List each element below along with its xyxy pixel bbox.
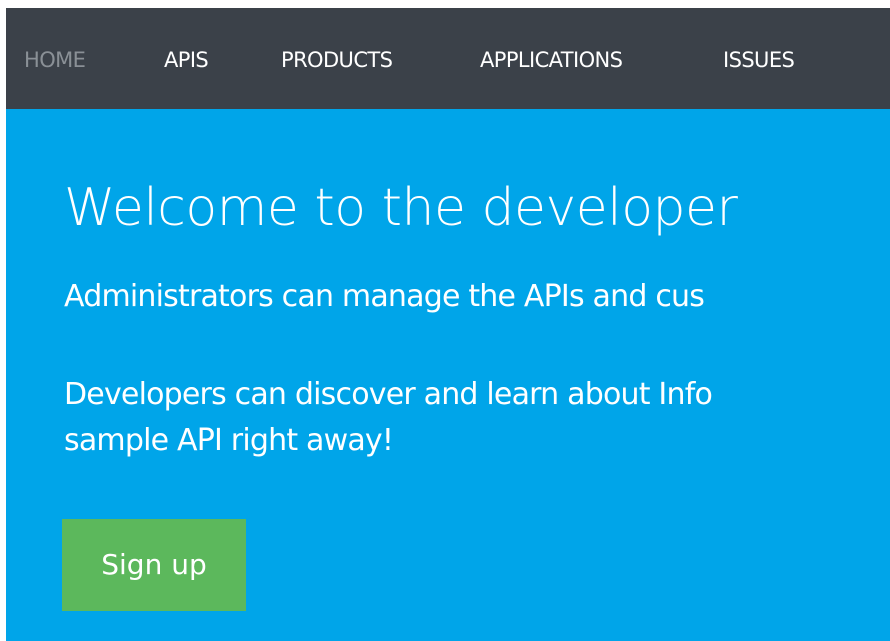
hero-admin-text: Administrators can manage the APIs and c… [64,279,705,314]
hero-section: Welcome to the developer Administrators … [6,109,890,641]
hero-developer-text-line2: sample API right away! [64,423,394,458]
top-navbar: HOME APIS PRODUCTS APPLICATIONS ISSUES [6,8,890,109]
sign-up-button[interactable]: Sign up [62,519,246,611]
nav-item-applications[interactable]: APPLICATIONS [480,47,623,73]
nav-item-apis[interactable]: APIS [164,47,209,73]
nav-item-home[interactable]: HOME [24,47,86,73]
nav-item-issues[interactable]: ISSUES [723,47,795,73]
hero-developer-text: Developers can discover and learn about … [64,372,713,464]
hero-title: Welcome to the developer [64,178,738,238]
hero-developer-text-line1: Developers can discover and learn about … [64,377,713,412]
nav-item-products[interactable]: PRODUCTS [281,47,393,73]
page-frame: HOME APIS PRODUCTS APPLICATIONS ISSUES W… [6,8,890,641]
